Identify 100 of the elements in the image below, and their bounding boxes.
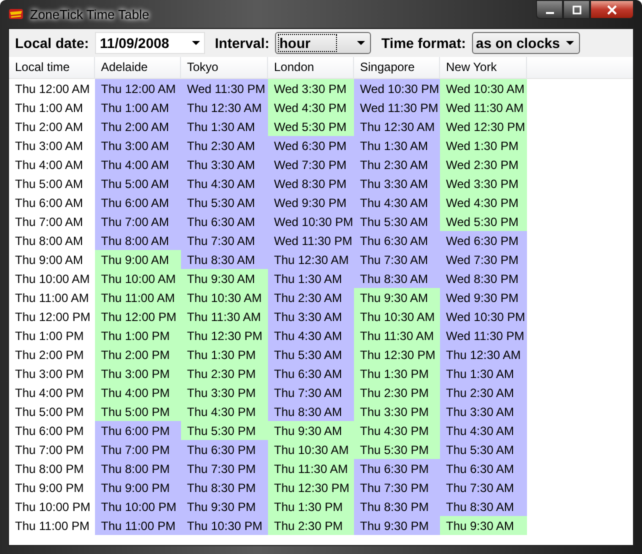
table-cell: Thu 4:30 AM [268,326,354,345]
date-picker[interactable]: 11/09/2008 [94,32,205,54]
dropdown[interactable]: as on clocks [472,32,580,54]
table-cell: Wed 12:30 PM [440,117,527,136]
table-cell: Thu 2:30 AM [354,155,440,174]
table-cell: Wed 7:30 PM [440,250,527,269]
table-cell: Thu 8:00 AM [95,231,181,250]
table-cell: Wed 5:30 PM [268,117,354,136]
table-cell: Thu 2:30 AM [181,136,268,155]
table-cell: Wed 10:30 PM [354,79,440,98]
table-cell: Wed 11:30 PM [268,231,354,250]
table-cell: Thu 6:30 PM [181,440,268,459]
table-cell: Thu 7:30 AM [440,478,527,497]
column-header[interactable]: Singapore [354,57,440,78]
table-cell: Thu 7:30 AM [354,250,440,269]
field-label: Time format: [381,35,466,51]
table-cell: Wed 4:30 PM [440,193,527,212]
table-cell: Thu 2:00 PM [95,345,181,364]
table-cell: Thu 8:30 AM [354,269,440,288]
table-cell: Thu 3:30 PM [181,383,268,402]
table-cell: Thu 11:30 AM [268,459,354,478]
table-cell: Thu 4:00 PM [95,383,181,402]
table-cell: Thu 1:00 PM [95,326,181,345]
column-header[interactable]: London [268,57,354,78]
table-cell: Thu 12:30 AM [440,345,527,364]
table-cell: Thu 1:00 AM [95,98,181,117]
table-cell: Thu 6:30 AM [354,231,440,250]
table-cell: Thu 11:30 AM [181,307,268,326]
table-cell: Thu 6:00 AM [95,193,181,212]
column-header[interactable]: Adelaide [95,57,181,78]
table-cell: Thu 11:00 AM [95,288,181,307]
table-cell: Thu 12:30 AM [354,117,440,136]
table-cell: Thu 5:30 AM [440,440,527,459]
table-cell: Wed 6:30 PM [440,231,527,250]
table-cell: Thu 7:30 AM [181,231,268,250]
table-cell: Thu 3:30 AM [268,307,354,326]
table-cell: Wed 9:30 PM [440,288,527,307]
table-cell: Thu 11:00 PM [95,516,181,535]
caret-icon [566,41,574,45]
table-cell: Thu 4:30 AM [354,193,440,212]
table-cell: Thu 1:30 AM [440,364,527,383]
table-cell: Thu 12:00 PM [95,307,181,326]
table-cell: Thu 10:00 PM [95,497,181,516]
table-cell: Thu 9:30 PM [354,516,440,535]
table-cell: Thu 12:30 PM [268,478,354,497]
table-cell: Wed 3:30 PM [268,79,354,98]
table-cell: Thu 9:30 AM [181,269,268,288]
table-cell: Thu 5:30 AM [181,193,268,212]
table-cell: Wed 10:30 PM [440,307,527,326]
table-cell: Thu 6:30 AM [181,212,268,231]
table-cell: Thu 12:30 AM [181,98,268,117]
table-cell: Wed 11:30 PM [354,98,440,117]
table-cell: Thu 8:00 PM [95,459,181,478]
table-cell: Thu 5:00 PM [95,402,181,421]
table-cell: Thu 11:30 AM [354,326,440,345]
table-cell: Thu 5:30 PM [354,440,440,459]
table-cell: Wed 3:30 PM [440,174,527,193]
table-cell: Thu 4:30 AM [440,421,527,440]
table-cell: Thu 10:30 AM [354,307,440,326]
table-cell: Thu 12:30 PM [181,326,268,345]
table-cell: Wed 2:30 PM [440,155,527,174]
table-cell: Wed 4:30 PM [268,98,354,117]
column-header[interactable]: New York [440,57,527,78]
table-cell: Thu 5:30 PM [181,421,268,440]
table-cell: Thu 3:00 PM [95,364,181,383]
table-cell: Thu 4:30 PM [181,402,268,421]
table-cell: Thu 7:00 AM [95,212,181,231]
dropdown[interactable]: hour [275,32,372,54]
table-cell: Thu 10:30 PM [181,516,268,535]
table-cell: Thu 1:30 PM [181,345,268,364]
table-cell: Thu 2:30 AM [440,383,527,402]
table-cell: Thu 6:30 AM [440,459,527,478]
table-cell: Thu 4:30 AM [181,174,268,193]
close-button[interactable] [590,0,634,19]
table-cell: Thu 3:30 PM [354,402,440,421]
table-cell: Thu 12:30 PM [354,345,440,364]
table-cell: Thu 5:30 AM [268,345,354,364]
column-header[interactable]: Local time [9,57,95,78]
table-cell: Thu 2:30 AM [268,288,354,307]
minimize-button[interactable] [536,0,563,19]
table-cell: Wed 11:30 PM [440,326,527,345]
table-cell: Thu 6:30 PM [354,459,440,478]
table-cell: Wed 5:30 PM [440,212,527,231]
column-header[interactable]: Tokyo [181,57,268,78]
table-cell: Thu 3:30 AM [440,402,527,421]
maximize-icon [570,4,582,14]
table-cell: Thu 3:30 AM [181,155,268,174]
field-label: Interval: [214,35,270,51]
maximize-button[interactable] [563,0,590,19]
table-cell: Thu 12:30 AM [268,250,354,269]
table-cell: Wed 6:30 PM [268,136,354,155]
table-cell: Thu 5:00 AM [95,174,181,193]
table-cell: Wed 7:30 PM [268,155,354,174]
caret-icon [192,41,200,45]
caret-icon [357,41,366,45]
minimize-icon [546,12,554,14]
table-cell: Thu 2:30 PM [354,383,440,402]
table-cell: Thu 9:30 AM [354,288,440,307]
table-cell: Thu 9:30 PM [181,497,268,516]
table-cell: Wed 9:30 PM [268,193,354,212]
